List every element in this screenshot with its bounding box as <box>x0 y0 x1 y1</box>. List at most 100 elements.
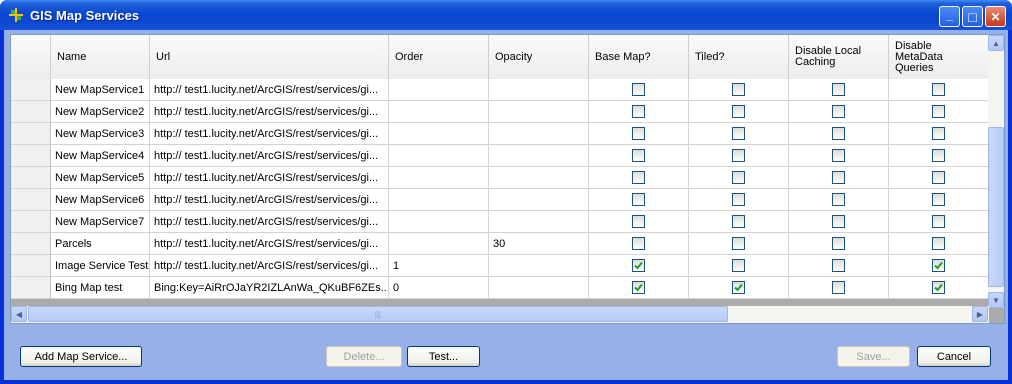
row-header-cell[interactable] <box>11 211 51 233</box>
row-header-cell[interactable] <box>11 79 51 101</box>
url-cell[interactable]: http:// test1.lucity.net/ArcGIS/rest/ser… <box>150 233 389 255</box>
disable-caching-checkbox[interactable] <box>832 237 845 250</box>
base-map-checkbox[interactable] <box>632 237 645 250</box>
order-cell[interactable]: 0 <box>389 277 489 299</box>
tiled-checkbox[interactable] <box>732 127 745 140</box>
tiled-checkbox[interactable] <box>732 105 745 118</box>
column-header-tiled[interactable]: Tiled? <box>689 35 789 79</box>
disable-metadata-checkbox[interactable] <box>932 149 945 162</box>
table-row[interactable]: New MapService7 http:// test1.lucity.net/… <box>11 211 989 233</box>
opacity-cell[interactable] <box>489 167 589 189</box>
base-map-checkbox[interactable] <box>632 83 645 96</box>
opacity-cell[interactable] <box>489 79 589 101</box>
column-header-order[interactable]: Order <box>389 35 489 79</box>
tiled-checkbox[interactable] <box>732 281 745 294</box>
opacity-cell[interactable] <box>489 277 589 299</box>
url-cell[interactable]: http:// test1.lucity.net/ArcGIS/rest/ser… <box>150 145 389 167</box>
column-header-disable-local-caching[interactable]: Disable Local Caching <box>789 35 889 79</box>
disable-metadata-checkbox[interactable] <box>932 83 945 96</box>
name-cell[interactable]: New MapService6 <box>51 189 150 211</box>
url-cell[interactable]: http:// test1.lucity.net/ArcGIS/rest/ser… <box>150 255 389 277</box>
order-cell[interactable] <box>389 189 489 211</box>
url-cell[interactable]: http:// test1.lucity.net/ArcGIS/rest/ser… <box>150 189 389 211</box>
close-button[interactable]: ✕ <box>985 6 1006 27</box>
disable-metadata-checkbox[interactable] <box>932 215 945 228</box>
vertical-scrollbar[interactable]: ▲ ▼ <box>988 35 1004 308</box>
disable-caching-checkbox[interactable] <box>832 215 845 228</box>
table-row[interactable]: New MapService1 http:// test1.lucity.net/… <box>11 79 989 101</box>
tiled-checkbox[interactable] <box>732 259 745 272</box>
row-header-cell[interactable] <box>11 123 51 145</box>
url-cell[interactable]: http:// test1.lucity.net/ArcGIS/rest/ser… <box>150 123 389 145</box>
name-cell[interactable]: Bing Map test <box>51 277 150 299</box>
disable-caching-checkbox[interactable] <box>832 259 845 272</box>
save-button[interactable]: Save... <box>837 346 910 367</box>
row-header-cell[interactable] <box>11 145 51 167</box>
tiled-checkbox[interactable] <box>732 83 745 96</box>
scroll-up-button[interactable]: ▲ <box>988 35 1004 51</box>
horizontal-scroll-thumb[interactable]: ||| <box>28 306 728 322</box>
title-bar[interactable]: GIS Map Services _ □ ✕ <box>0 0 1012 30</box>
disable-metadata-checkbox[interactable] <box>932 259 945 272</box>
url-cell[interactable]: http:// test1.lucity.net/ArcGIS/rest/ser… <box>150 79 389 101</box>
column-header-base-map[interactable]: Base Map? <box>589 35 689 79</box>
scroll-left-button[interactable]: ◀ <box>11 306 27 322</box>
cancel-button[interactable]: Cancel <box>917 346 991 367</box>
maximize-button[interactable]: □ <box>962 6 983 27</box>
table-row[interactable]: Parcels http:// test1.lucity.net/ArcGIS/r… <box>11 233 989 255</box>
disable-caching-checkbox[interactable] <box>832 171 845 184</box>
row-header-cell[interactable] <box>11 167 51 189</box>
disable-metadata-checkbox[interactable] <box>932 127 945 140</box>
disable-caching-checkbox[interactable] <box>832 83 845 96</box>
url-cell[interactable]: Bing:Key=AiRrOJaYR2IZLAnWa_QKuBF6ZEs... <box>150 277 389 299</box>
tiled-checkbox[interactable] <box>732 171 745 184</box>
table-row[interactable]: New MapService5 http:// test1.lucity.net/… <box>11 167 989 189</box>
opacity-cell[interactable] <box>489 123 589 145</box>
row-header-cell[interactable] <box>11 277 51 299</box>
table-row[interactable]: New MapService6 http:// test1.lucity.net/… <box>11 189 989 211</box>
disable-caching-checkbox[interactable] <box>832 149 845 162</box>
table-row[interactable]: Image Service Test http:// test1.lucity.n… <box>11 255 989 277</box>
name-cell[interactable]: New MapService7 <box>51 211 150 233</box>
grid-corner-cell[interactable] <box>11 35 51 79</box>
scroll-right-button[interactable]: ▶ <box>972 306 988 322</box>
order-cell[interactable] <box>389 101 489 123</box>
vertical-scroll-thumb[interactable] <box>988 127 1004 287</box>
disable-caching-checkbox[interactable] <box>832 105 845 118</box>
name-cell[interactable]: New MapService3 <box>51 123 150 145</box>
delete-button[interactable]: Delete... <box>326 346 402 367</box>
disable-metadata-checkbox[interactable] <box>932 237 945 250</box>
base-map-checkbox[interactable] <box>632 127 645 140</box>
opacity-cell[interactable] <box>489 255 589 277</box>
order-cell[interactable] <box>389 233 489 255</box>
horizontal-scrollbar[interactable]: ◀ ||| ▶ <box>11 306 989 323</box>
column-header-disable-metadata-queries[interactable]: Disable MetaData Queries <box>889 35 989 79</box>
column-header-name[interactable]: Name <box>51 35 150 79</box>
test-button[interactable]: Test... <box>407 346 480 367</box>
add-map-service-button[interactable]: Add Map Service... <box>20 346 142 367</box>
column-header-url[interactable]: Url <box>150 35 389 79</box>
url-cell[interactable]: http:// test1.lucity.net/ArcGIS/rest/ser… <box>150 101 389 123</box>
minimize-button[interactable]: _ <box>939 6 960 27</box>
base-map-checkbox[interactable] <box>632 281 645 294</box>
disable-metadata-checkbox[interactable] <box>932 281 945 294</box>
table-row[interactable]: Bing Map test Bing:Key=AiRrOJaYR2IZLAnWa_… <box>11 277 989 299</box>
opacity-cell[interactable]: 30 <box>489 233 589 255</box>
disable-metadata-checkbox[interactable] <box>932 193 945 206</box>
order-cell[interactable] <box>389 145 489 167</box>
name-cell[interactable]: Parcels <box>51 233 150 255</box>
base-map-checkbox[interactable] <box>632 259 645 272</box>
name-cell[interactable]: New MapService2 <box>51 101 150 123</box>
disable-caching-checkbox[interactable] <box>832 127 845 140</box>
url-cell[interactable]: http:// test1.lucity.net/ArcGIS/rest/ser… <box>150 211 389 233</box>
name-cell[interactable]: New MapService5 <box>51 167 150 189</box>
opacity-cell[interactable] <box>489 145 589 167</box>
name-cell[interactable]: Image Service Test <box>51 255 150 277</box>
order-cell[interactable] <box>389 167 489 189</box>
name-cell[interactable]: New MapService4 <box>51 145 150 167</box>
base-map-checkbox[interactable] <box>632 105 645 118</box>
base-map-checkbox[interactable] <box>632 215 645 228</box>
base-map-checkbox[interactable] <box>632 171 645 184</box>
tiled-checkbox[interactable] <box>732 215 745 228</box>
tiled-checkbox[interactable] <box>732 149 745 162</box>
